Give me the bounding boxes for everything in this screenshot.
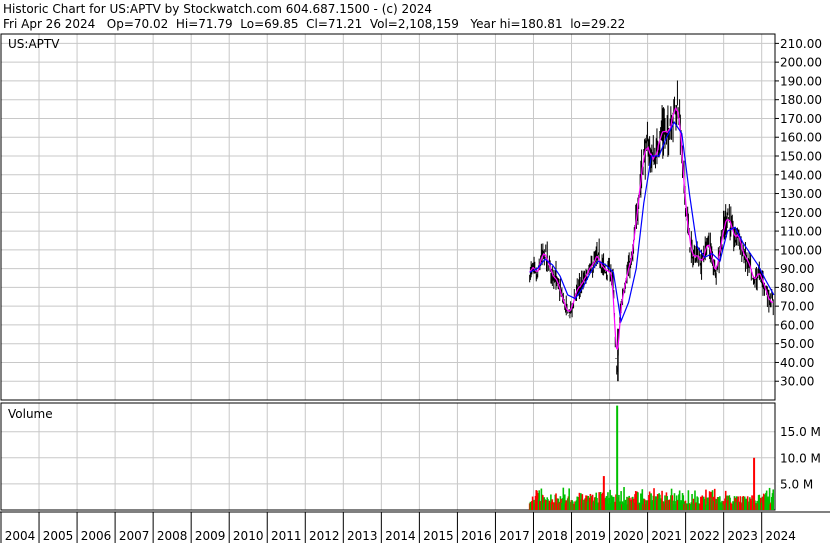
price-panel-label: US:APTV [8, 37, 60, 51]
volume-bar [753, 457, 756, 510]
volume-panel-label: Volume [8, 407, 53, 421]
year-label: 2014 [385, 529, 416, 543]
year-label: 2005 [43, 529, 74, 543]
price-grid [0, 34, 775, 400]
year-label: 2023 [727, 529, 758, 543]
year-label: 2024 [765, 529, 796, 543]
year-label: 2019 [575, 529, 606, 543]
year-label: 2016 [461, 529, 492, 543]
price-tick-label: 70.00 [780, 300, 814, 314]
year-label: 2006 [81, 529, 112, 543]
year-label: 2021 [651, 529, 682, 543]
price-tick-label: 160.00 [780, 131, 822, 145]
year-label: 2020 [613, 529, 644, 543]
price-tick-label: 100.00 [780, 243, 822, 257]
price-tick-label: 30.00 [780, 375, 814, 389]
year-axis: 2004 2005 2006 2007 2008 2009 2010 2011 2012 2013… [0, 511, 830, 543]
price-tick-label: 190.00 [780, 74, 822, 88]
volume-tick-label: 5.0 M [780, 477, 813, 491]
volume-tick-label: 15.0 M [780, 425, 821, 439]
price-tick-label: 130.00 [780, 187, 822, 201]
price-tick-label: 90.00 [780, 262, 814, 276]
volume-tick-label: 10.0 M [780, 451, 821, 465]
price-tick-label: 180.00 [780, 93, 822, 107]
stock-chart: US:APTV Volume 30.00 40.00 50.00 60.00 70.00… [0, 33, 830, 543]
volume-axis: 5.0 M 10.0 M 15.0 M [780, 425, 821, 491]
year-label: 2017 [499, 529, 530, 543]
price-tick-label: 150.00 [780, 150, 822, 164]
volume-bar [616, 405, 619, 510]
year-label: 2015 [423, 529, 454, 543]
price-tick-label: 50.00 [780, 337, 814, 351]
year-label: 2011 [271, 529, 302, 543]
year-label: 2010 [233, 529, 264, 543]
volume-bar [602, 476, 605, 510]
volume-bar [772, 489, 775, 510]
year-label: 2012 [309, 529, 340, 543]
year-label: 2013 [347, 529, 378, 543]
price-tick-label: 170.00 [780, 112, 822, 126]
year-label: 2004 [5, 529, 36, 543]
price-axis: 30.00 40.00 50.00 60.00 70.00 80.00 90.00 100.0… [775, 37, 822, 389]
price-tick-label: 140.00 [780, 168, 822, 182]
year-label: 2009 [195, 529, 226, 543]
price-tick-label: 210.00 [780, 37, 822, 51]
price-tick-label: 200.00 [780, 56, 822, 70]
year-label: 2022 [689, 529, 720, 543]
year-label: 2007 [119, 529, 150, 543]
price-tick-label: 120.00 [780, 206, 822, 220]
price-tick-label: 80.00 [780, 281, 814, 295]
year-label: 2018 [537, 529, 568, 543]
price-tick-label: 110.00 [780, 225, 822, 239]
price-tick-label: 40.00 [780, 356, 814, 370]
year-label: 2008 [157, 529, 188, 543]
price-tick-label: 60.00 [780, 318, 814, 332]
price-panel-frame [0, 33, 776, 401]
